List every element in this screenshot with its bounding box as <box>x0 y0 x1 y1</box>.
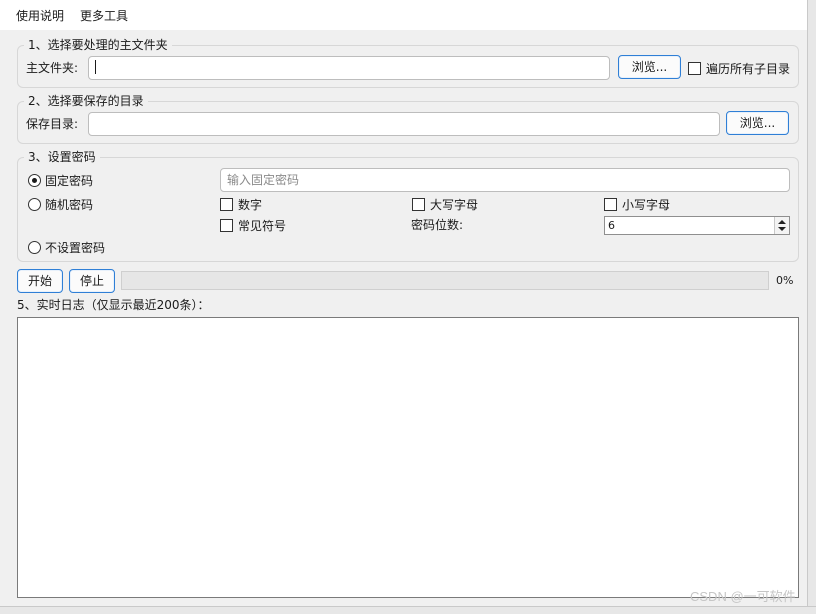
source-folder-group-title: 1、选择要处理的主文件夹 <box>24 37 172 53</box>
radio-button[interactable] <box>28 198 41 211</box>
log-title: 5、实时日志（仅显示最近200条）： <box>17 298 210 312</box>
source-browse-button[interactable]: 浏览... <box>618 55 681 79</box>
radio-random-password[interactable]: 随机密码 <box>28 196 93 213</box>
progress-bar <box>121 271 769 290</box>
fixed-password-placeholder: 输入固定密码 <box>227 173 300 187</box>
checkbox-box[interactable] <box>412 198 425 211</box>
option-lowercase-label: 小写字母 <box>622 198 671 212</box>
option-digits-label: 数字 <box>238 198 263 212</box>
option-uppercase-label: 大写字母 <box>430 198 479 212</box>
recursive-subdirs-label: 遍历所有子目录 <box>706 62 791 76</box>
stop-button[interactable]: 停止 <box>69 269 115 293</box>
source-folder-label: 主文件夹: <box>26 61 79 75</box>
password-length-label: 密码位数: <box>411 218 464 232</box>
checkbox-box[interactable] <box>688 62 701 75</box>
save-folder-label: 保存目录: <box>26 117 79 131</box>
window-frame-right <box>807 0 816 614</box>
menu-bar: 使用说明 更多工具 <box>0 0 808 30</box>
option-uppercase-checkbox[interactable]: 大写字母 <box>412 196 478 213</box>
log-textarea[interactable] <box>17 317 799 598</box>
radio-fixed-password-label: 固定密码 <box>45 174 94 188</box>
menu-item-help[interactable]: 使用说明 <box>16 7 64 24</box>
spin-buttons[interactable] <box>774 217 789 234</box>
start-button[interactable]: 开始 <box>17 269 63 293</box>
option-symbols-label: 常见符号 <box>238 219 287 233</box>
fixed-password-input[interactable]: 输入固定密码 <box>220 168 790 192</box>
option-lowercase-checkbox[interactable]: 小写字母 <box>604 196 670 213</box>
save-browse-button[interactable]: 浏览... <box>726 111 789 135</box>
checkbox-box[interactable] <box>220 198 233 211</box>
text-caret <box>95 60 96 74</box>
save-folder-group-title: 2、选择要保存的目录 <box>24 93 148 109</box>
main-panel: 1、选择要处理的主文件夹 主文件夹: 浏览... 遍历所有子目录 2、选择要保存… <box>0 30 807 606</box>
option-symbols-checkbox[interactable]: 常见符号 <box>220 217 286 234</box>
radio-no-password-label: 不设置密码 <box>45 241 106 255</box>
radio-random-password-label: 随机密码 <box>45 198 94 212</box>
save-folder-group: 2、选择要保存的目录 保存目录: 浏览... <box>17 93 799 144</box>
radio-fixed-password[interactable]: 固定密码 <box>28 172 93 189</box>
checkbox-box[interactable] <box>604 198 617 211</box>
radio-button[interactable] <box>28 241 41 254</box>
window-frame-bottom <box>0 606 816 614</box>
source-folder-group: 1、选择要处理的主文件夹 主文件夹: 浏览... 遍历所有子目录 <box>17 37 799 88</box>
source-folder-input[interactable] <box>88 56 610 80</box>
radio-button-selected[interactable] <box>28 174 41 187</box>
spin-down-arrow-icon[interactable] <box>778 227 786 231</box>
menu-item-more-tools[interactable]: 更多工具 <box>80 7 128 24</box>
checkbox-box[interactable] <box>220 219 233 232</box>
password-length-value: 6 <box>608 219 615 232</box>
password-group-title: 3、设置密码 <box>24 149 100 165</box>
recursive-subdirs-checkbox[interactable]: 遍历所有子目录 <box>688 60 790 77</box>
watermark: CSDN @一可软件 <box>690 589 796 604</box>
save-folder-input[interactable] <box>88 112 720 136</box>
radio-no-password[interactable]: 不设置密码 <box>28 239 105 256</box>
progress-percent: 0% <box>776 274 794 287</box>
password-group: 3、设置密码 固定密码 输入固定密码 随机密码 数字 大写字母 小写字母 常见符… <box>17 149 799 262</box>
spin-up-arrow-icon[interactable] <box>778 220 786 224</box>
option-digits-checkbox[interactable]: 数字 <box>220 196 262 213</box>
password-length-spinbox[interactable]: 6 <box>604 216 790 235</box>
